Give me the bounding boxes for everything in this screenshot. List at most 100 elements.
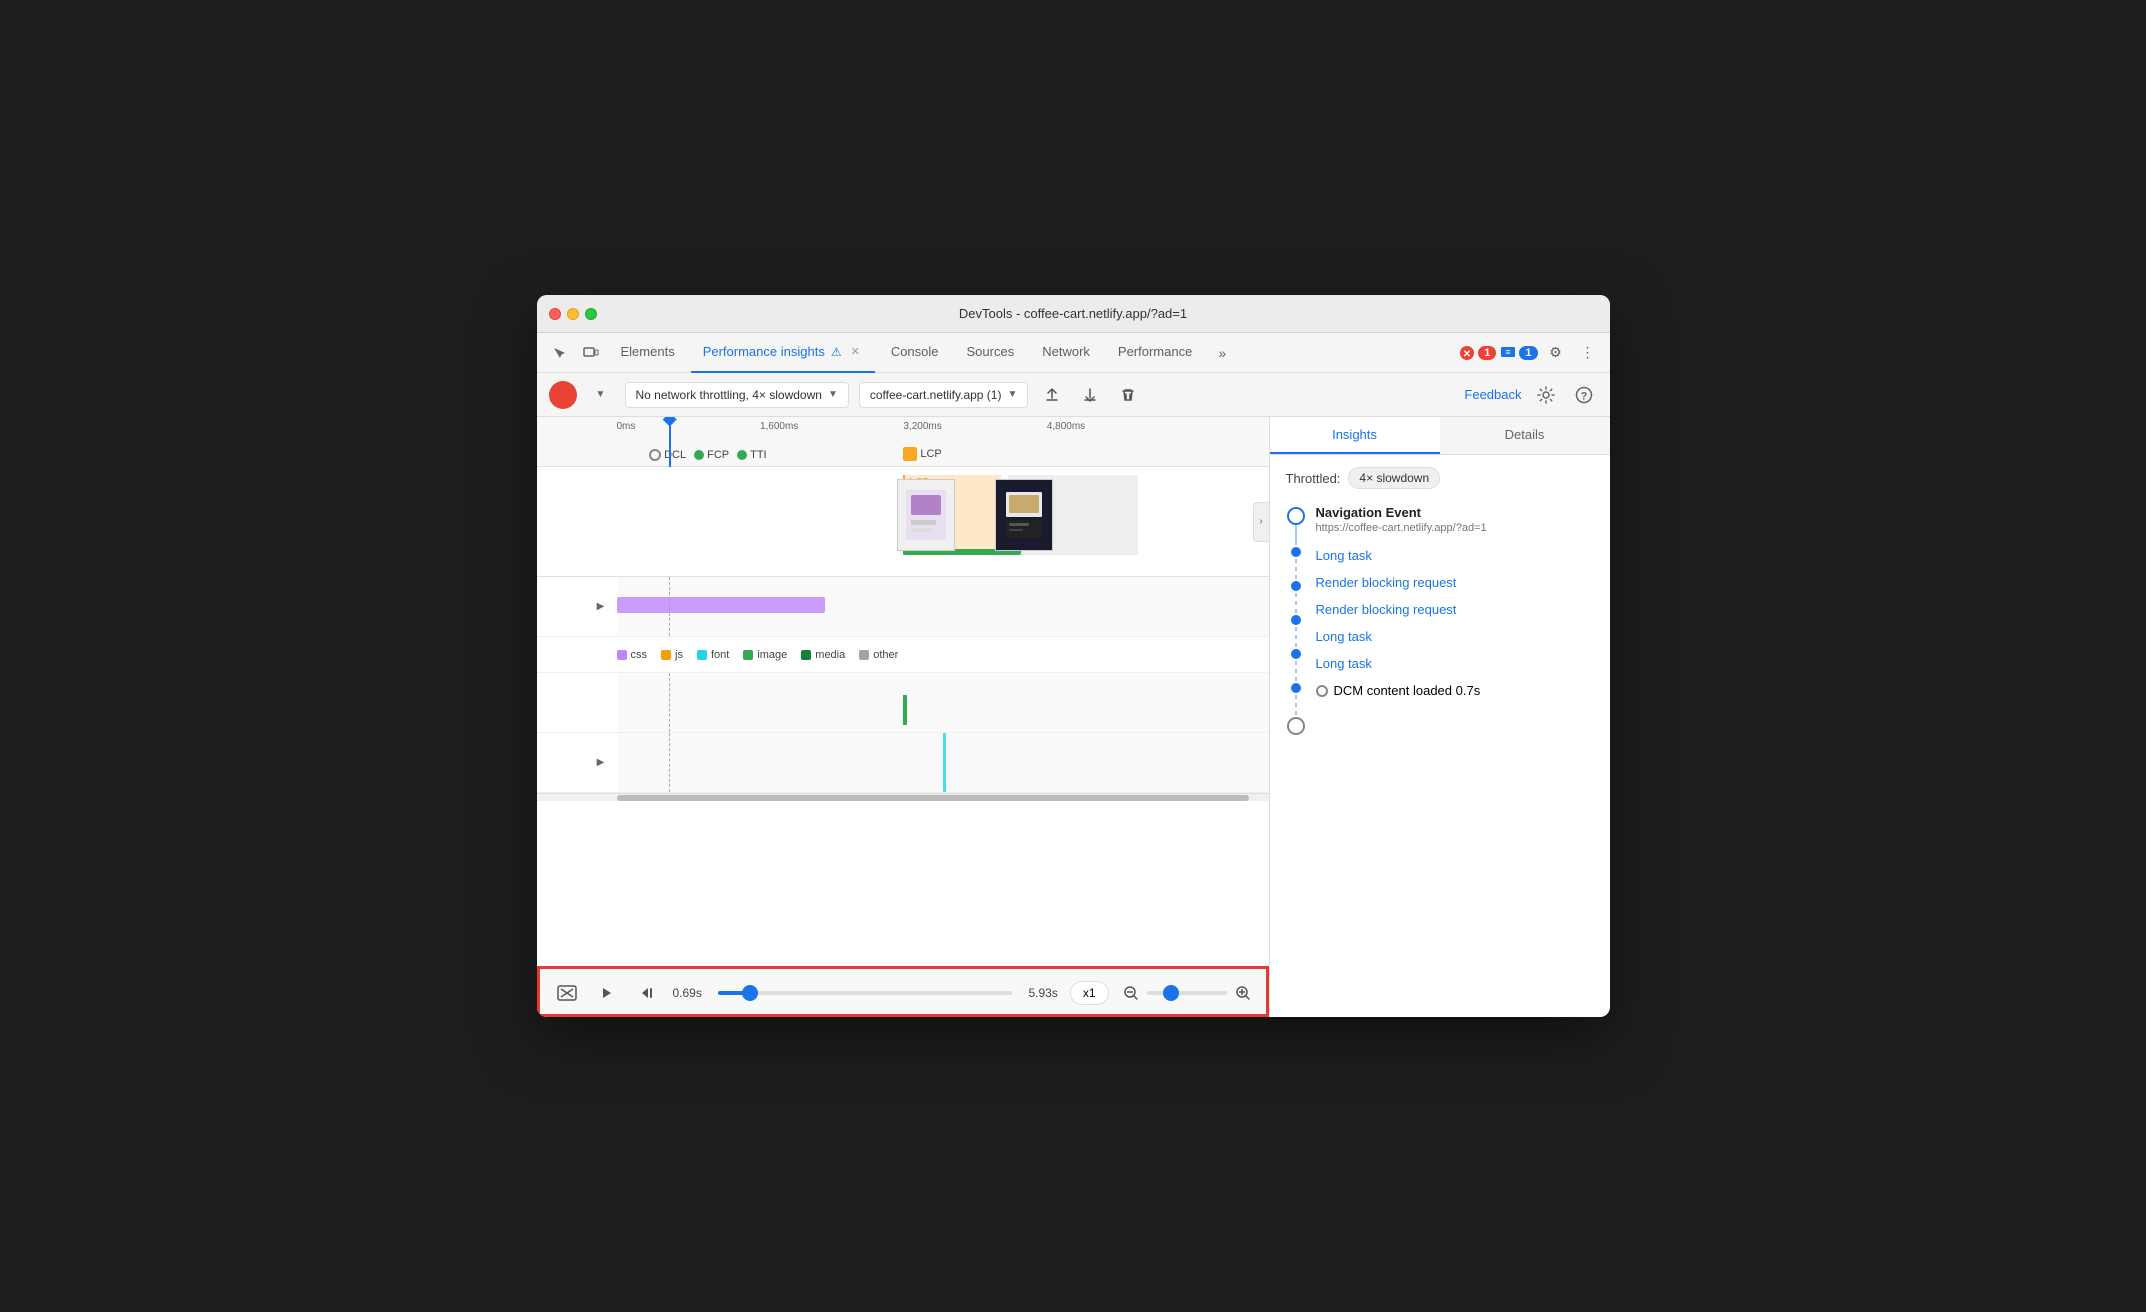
expand-arrow-icon[interactable]: ▶ [593, 599, 609, 615]
tti-label: TTI [750, 449, 767, 461]
tab-network[interactable]: Network [1030, 333, 1102, 373]
speed-badge[interactable]: x1 [1070, 981, 1109, 1005]
v-line-6 [1295, 695, 1297, 715]
tab-details[interactable]: Details [1440, 417, 1610, 454]
throttled-row: Throttled: 4× slowdown [1286, 467, 1594, 489]
zoom-slider[interactable] [1147, 991, 1227, 995]
tti-milestone: TTI [737, 449, 767, 461]
row-2-label [537, 673, 617, 732]
event-dot-1-icon [1291, 547, 1301, 557]
v-line-3 [1295, 593, 1297, 613]
more-tabs-icon[interactable]: » [1208, 339, 1236, 367]
window-title: DevTools - coffee-cart.netlify.app/?ad=1 [959, 306, 1187, 321]
dcl-circle-icon [649, 449, 661, 461]
legend-css-dot-icon [617, 650, 627, 660]
cyan-line [943, 733, 946, 792]
record-button[interactable] [549, 381, 577, 409]
more-options-icon[interactable]: ⋮ [1574, 339, 1602, 367]
event-dot-3-icon [1291, 615, 1301, 625]
dashed-line-2 [669, 673, 670, 732]
fcp-milestone: FCP [694, 449, 729, 461]
green-net-bar [903, 695, 907, 725]
dcl-milestone: DCL [649, 449, 686, 461]
step-back-button[interactable] [633, 979, 661, 1007]
legend-other: other [859, 649, 898, 661]
feedback-link[interactable]: Feedback [1464, 387, 1521, 402]
scrollbar[interactable] [537, 793, 1269, 801]
timeline-collapse-btn[interactable]: › [1253, 502, 1269, 542]
fcp-label: FCP [707, 449, 729, 461]
legend-media-dot-icon [801, 650, 811, 660]
main-toolbar: Elements Performance insights ⚠ ✕ Consol… [537, 333, 1610, 373]
timeline-scrubber[interactable] [718, 991, 1013, 995]
event-link-long-task-3[interactable]: Long task [1316, 650, 1594, 677]
cursor-icon[interactable] [545, 339, 573, 367]
time-end-label: 5.93s [1028, 986, 1057, 1000]
dcl-event-circle-icon [1316, 685, 1328, 697]
fcp-dot-icon [694, 450, 704, 460]
dropdown-arrow-btn[interactable]: ▼ [587, 381, 615, 409]
event-link-render-blocking-1[interactable]: Render blocking request [1316, 569, 1594, 596]
screenshot-2 [995, 479, 1053, 551]
zoom-thumb-icon[interactable] [1163, 985, 1179, 1001]
v-line-4 [1295, 627, 1297, 647]
expand-arrow-icon-2[interactable]: ▶ [593, 755, 609, 771]
svg-text:?: ? [1580, 390, 1587, 402]
target-dropdown[interactable]: coffee-cart.netlify.app (1) ▼ [859, 382, 1029, 408]
tab-elements[interactable]: Elements [609, 333, 687, 373]
zoom-in-icon[interactable] [1233, 983, 1253, 1003]
minimize-button[interactable] [567, 308, 579, 320]
zoom-out-icon[interactable] [1121, 983, 1141, 1003]
play-button[interactable] [593, 979, 621, 1007]
dcl-label: DCL [664, 449, 686, 461]
timeline-panel: 0ms 1,600ms 3,200ms 4,800ms DCL FCP [537, 417, 1270, 1017]
upload-icon[interactable] [1038, 381, 1066, 409]
secondary-toolbar: ▼ No network throttling, 4× slowdown ▼ c… [537, 373, 1610, 417]
legend-font-dot-icon [697, 650, 707, 660]
event-link-render-blocking-2[interactable]: Render blocking request [1316, 596, 1594, 623]
close-button[interactable] [549, 308, 561, 320]
download-icon[interactable] [1076, 381, 1104, 409]
tab-performance-insights[interactable]: Performance insights ⚠ ✕ [691, 333, 875, 373]
milestone-bar: DCL FCP TTI [649, 449, 767, 461]
events-container: Navigation Event https://coffee-cart.net… [1286, 505, 1594, 735]
traffic-lights [549, 308, 597, 320]
timeline-header: 0ms 1,600ms 3,200ms 4,800ms DCL FCP [537, 417, 1269, 467]
network-area: LCP [537, 467, 1269, 966]
dropdown-arrow-icon: ▼ [828, 389, 838, 400]
network-throttle-dropdown[interactable]: No network throttling, 4× slowdown ▼ [625, 382, 849, 408]
lcp-label: LCP [920, 448, 941, 460]
tab-sources[interactable]: Sources [955, 333, 1027, 373]
tab-close-icon[interactable]: ✕ [848, 343, 863, 360]
event-link-long-task-1[interactable]: Long task [1316, 542, 1594, 569]
settings-gear-icon[interactable] [1532, 381, 1560, 409]
main-content: 0ms 1,600ms 3,200ms 4,800ms DCL FCP [537, 417, 1610, 1017]
timestamp-1: 1,600ms [760, 421, 798, 432]
insights-content: Throttled: 4× slowdown [1270, 455, 1610, 1017]
screenshot-1 [897, 479, 955, 551]
network-row-2 [537, 673, 1269, 733]
screenshot-toggle-btn[interactable] [553, 979, 581, 1007]
throttled-label: Throttled: [1286, 471, 1341, 486]
maximize-button[interactable] [585, 308, 597, 320]
v-line-5 [1295, 661, 1297, 681]
row-3-label: ▶ [537, 733, 617, 792]
svg-text:✕: ✕ [1463, 349, 1471, 360]
nav-event-circle-icon [1287, 507, 1305, 525]
settings-icon[interactable]: ⚙ [1542, 339, 1570, 367]
tab-performance[interactable]: Performance [1106, 333, 1204, 373]
title-bar: DevTools - coffee-cart.netlify.app/?ad=1 [537, 295, 1610, 333]
help-icon[interactable]: ? [1570, 381, 1598, 409]
tab-insights[interactable]: Insights [1270, 417, 1440, 454]
device-toggle-icon[interactable] [577, 339, 605, 367]
event-link-long-task-2[interactable]: Long task [1316, 623, 1594, 650]
timestamp-3: 4,800ms [1047, 421, 1085, 432]
scrubber-thumb-icon[interactable] [742, 985, 758, 1001]
tab-console[interactable]: Console [879, 333, 951, 373]
time-start-label: 0.69s [673, 986, 702, 1000]
v-line-2 [1295, 559, 1297, 579]
delete-icon[interactable] [1114, 381, 1142, 409]
scrollbar-thumb [617, 795, 1249, 801]
zoom-controls [1121, 983, 1253, 1003]
dcl-event-label: DCM content loaded 0.7s [1334, 683, 1481, 698]
